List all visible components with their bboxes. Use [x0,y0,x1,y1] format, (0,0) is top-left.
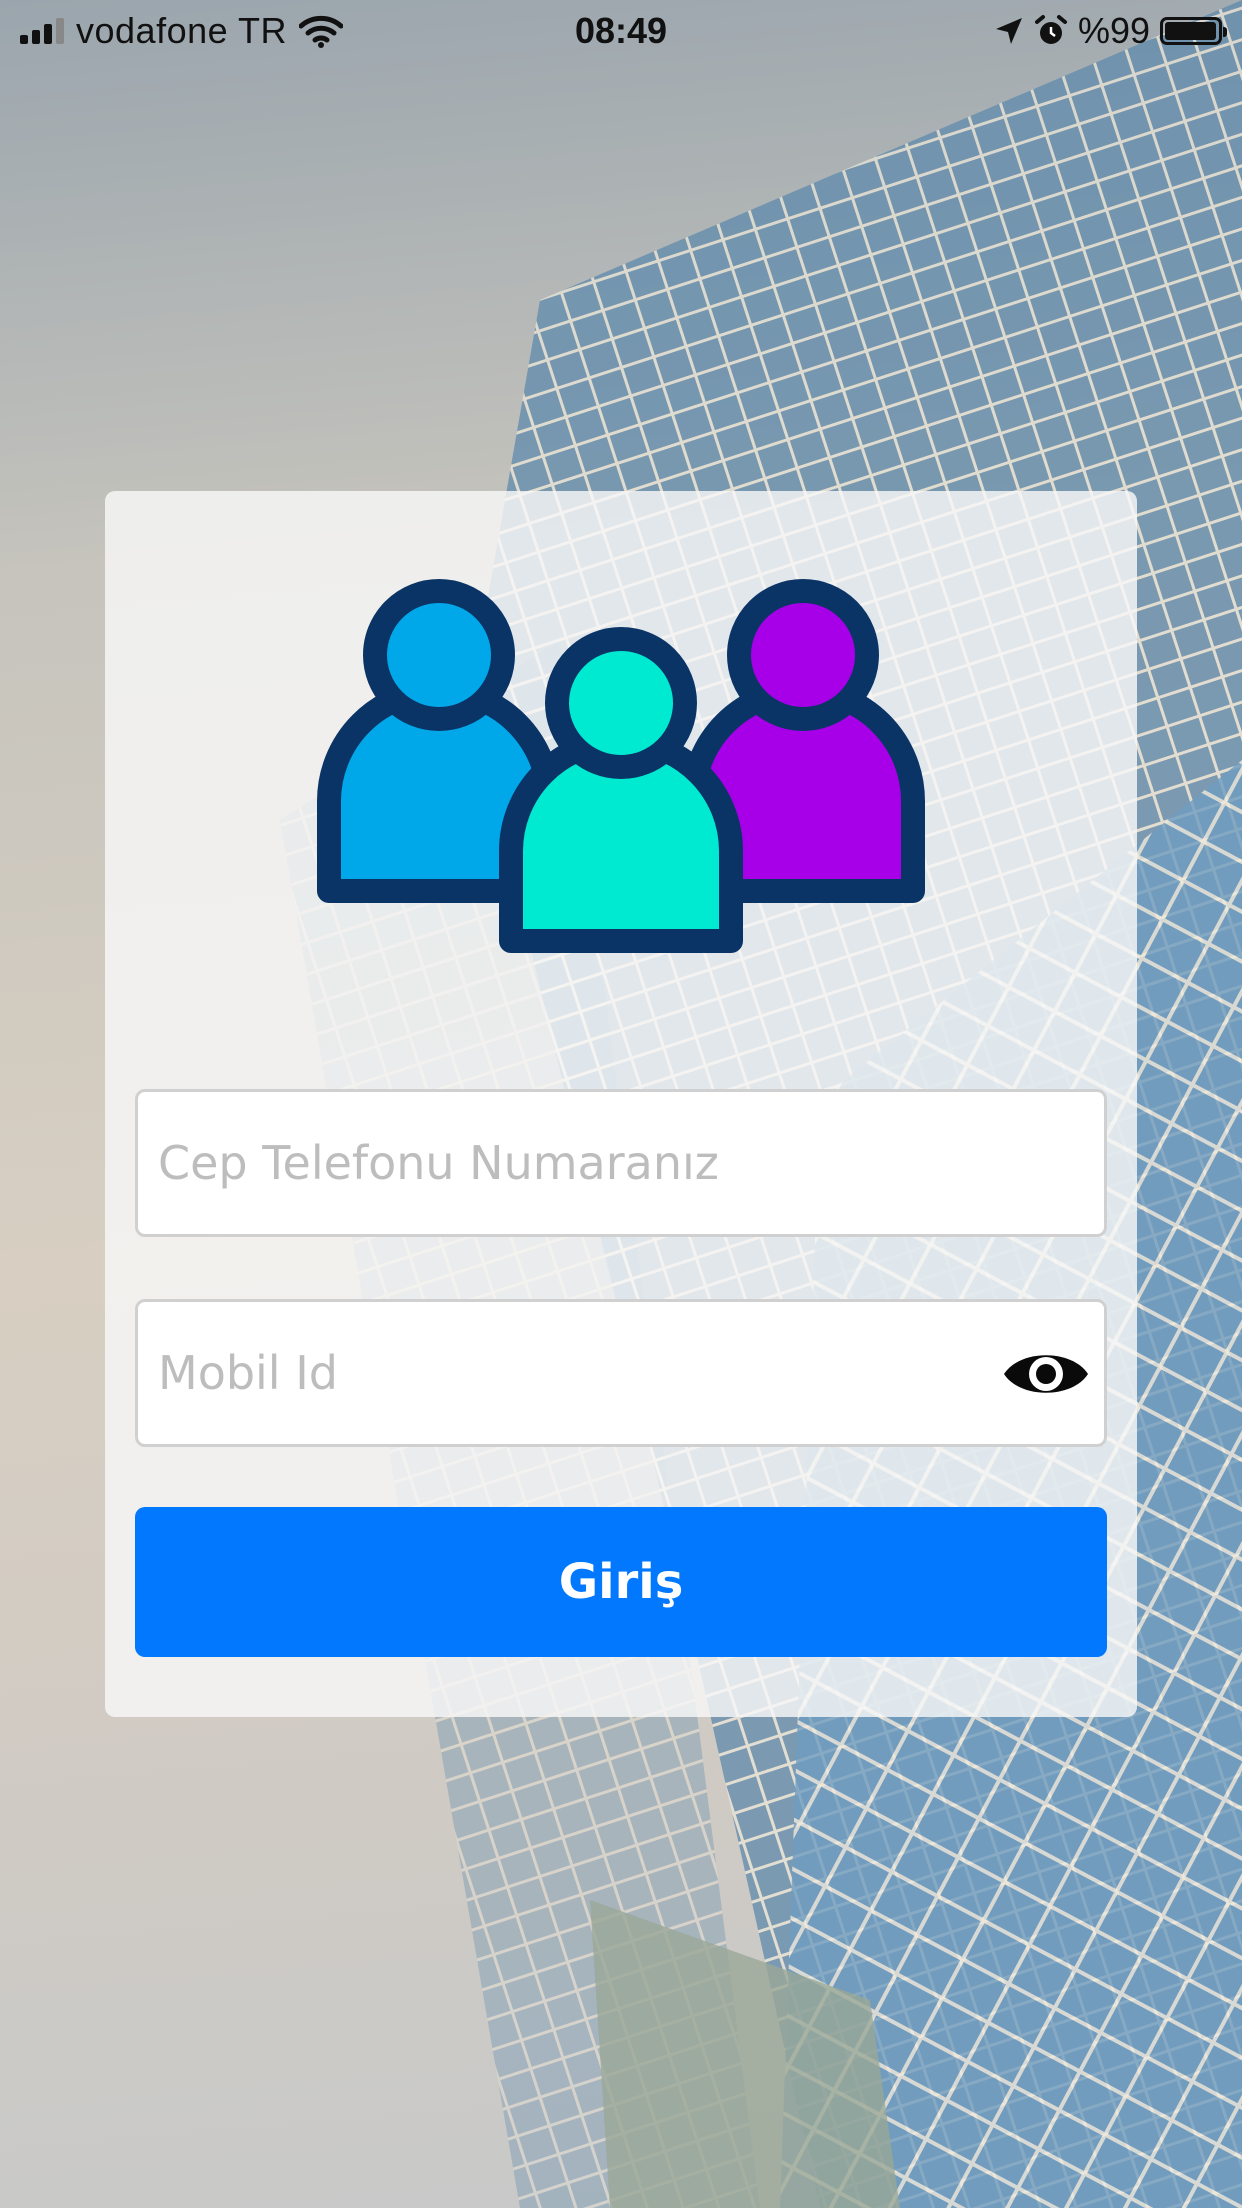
login-button[interactable]: Giriş [135,1507,1107,1657]
person-left-head [363,579,515,731]
person-middle-head [545,627,697,779]
battery-fill [1165,22,1217,40]
phone-field[interactable] [135,1089,1107,1237]
battery-icon [1160,17,1227,45]
alarm-icon [1034,15,1067,44]
mobil-id-input[interactable] [138,1302,1104,1444]
users-group-icon [317,579,925,953]
status-bar: vodafone TR 08:49 %99 [0,0,1242,60]
location-icon [995,18,1022,44]
person-right-head [727,579,879,731]
eye-icon[interactable] [1000,1343,1092,1405]
mobil-id-field[interactable] [135,1299,1107,1447]
login-card: Giriş [105,491,1137,1717]
battery-percent: %99 [1077,10,1150,51]
phone-input[interactable] [138,1092,1104,1234]
